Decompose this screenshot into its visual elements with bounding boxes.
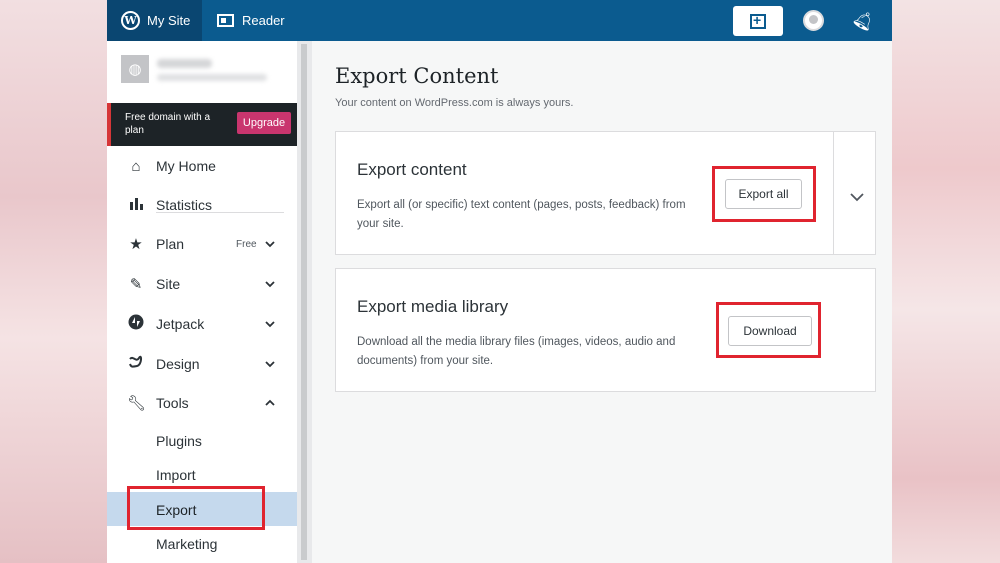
sidebar-item-label: Jetpack [156, 316, 205, 332]
upgrade-promo: Free domain with a plan Upgrade [107, 103, 297, 146]
app-window: W My Site Reader 🔔︎ ◍ Free domain with a… [107, 0, 892, 563]
promo-text: Free domain with a plan [125, 112, 211, 136]
chevron-down-icon [264, 318, 276, 330]
export-content-card: Export content Export all (or specific) … [335, 131, 876, 255]
sidebar-item-label: My Home [156, 158, 216, 174]
pencil-icon: ✎ [129, 276, 143, 293]
chevron-down-icon[interactable] [849, 190, 865, 208]
star-icon: ★ [129, 236, 143, 253]
globe-icon: ◍ [121, 55, 149, 83]
avatar[interactable] [803, 10, 824, 31]
sidebar-item-tools[interactable]: 🔧︎ Tools [107, 384, 297, 422]
reader-button[interactable]: Reader [217, 0, 285, 41]
site-card[interactable]: ◍ [107, 41, 297, 103]
divider [156, 212, 284, 213]
highlight-box-download [716, 302, 821, 358]
export-media-card: Export media library Download all the me… [335, 268, 876, 392]
bar-chart-icon [127, 197, 145, 214]
card-title: Export content [357, 160, 467, 179]
sidebar-item-label: Plan [156, 236, 185, 252]
upgrade-button[interactable]: Upgrade [237, 112, 291, 134]
wordpress-logo-icon: W [121, 11, 140, 30]
masterbar: W My Site Reader 🔔︎ [107, 0, 892, 41]
chevron-up-icon [264, 397, 276, 409]
page-title: Export Content [335, 64, 499, 88]
sidebar: ◍ Free domain with a plan Upgrade ⌂ My H… [107, 41, 297, 563]
sidebar-subitem-plugins[interactable]: Plugins [156, 433, 202, 449]
background-right [892, 0, 1000, 563]
chevron-down-icon [264, 278, 276, 290]
sidebar-item-label: Site [156, 276, 181, 292]
chevron-down-icon [264, 358, 276, 370]
card-title: Export media library [357, 297, 509, 316]
sidebar-item-label: Tools [156, 395, 189, 411]
sidebar-subitem-marketing[interactable]: Marketing [156, 536, 217, 552]
reader-icon [217, 14, 234, 27]
wrench-icon: 🔧︎ [127, 395, 147, 412]
sidebar-item-site[interactable]: ✎ Site [107, 265, 297, 303]
reader-label: Reader [242, 13, 285, 28]
sidebar-item-label: Design [156, 356, 200, 372]
highlight-box-export [127, 486, 265, 530]
my-site-label: My Site [147, 13, 191, 28]
site-url-blurred [157, 74, 267, 81]
plan-badge: Free [236, 238, 257, 250]
sidebar-item-label: Statistics [156, 197, 213, 213]
card-description: Download all the media library files (im… [357, 336, 676, 367]
sidebar-subitem-import[interactable]: Import [156, 467, 196, 483]
page-subtitle: Your content on WordPress.com is always … [335, 97, 574, 109]
background-left [0, 0, 107, 563]
highlight-box-export-all [712, 166, 816, 222]
my-site-button[interactable]: W My Site [107, 0, 202, 41]
sidebar-item-jetpack[interactable]: Jetpack [107, 305, 297, 343]
site-name-blurred [157, 59, 212, 68]
home-icon: ⌂ [131, 157, 141, 175]
sidebar-item-statistics[interactable]: Statistics [107, 186, 297, 224]
sidebar-item-plan[interactable]: ★ Plan Free [107, 225, 297, 263]
sidebar-item-my-home[interactable]: ⌂ My Home [107, 147, 297, 185]
jetpack-icon [127, 314, 145, 334]
design-icon [127, 355, 145, 373]
sidebar-item-design[interactable]: Design [107, 345, 297, 383]
write-icon [750, 12, 766, 29]
chevron-down-icon [264, 238, 276, 250]
notifications-bell-icon[interactable]: 🔔︎ [849, 7, 878, 35]
card-divider [833, 132, 834, 254]
write-post-button[interactable] [733, 6, 783, 36]
sidebar-scrollbar-thumb[interactable] [301, 44, 307, 560]
card-description: Export all (or specific) text content (p… [357, 199, 686, 230]
